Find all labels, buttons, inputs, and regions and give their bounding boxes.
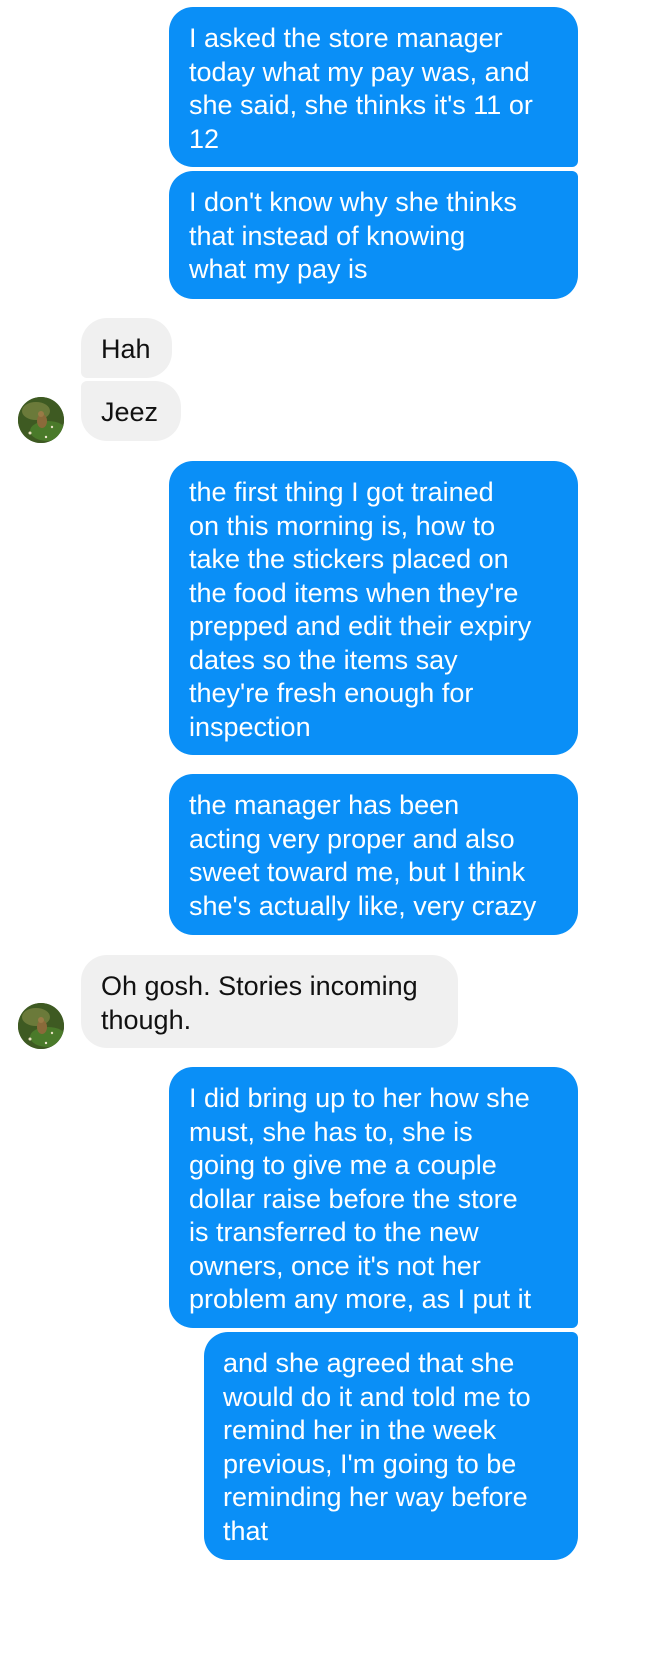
outgoing-message-bubble[interactable]: and she agreed that she would do it and … [204, 1332, 578, 1560]
incoming-message-bubble[interactable]: Oh gosh. Stories incoming though. [81, 955, 458, 1048]
contact-avatar[interactable] [18, 1003, 64, 1049]
incoming-message-bubble[interactable]: Hah [81, 318, 172, 378]
contact-avatar-photo-icon [18, 1003, 64, 1049]
outgoing-message-bubble[interactable]: the manager has been acting very proper … [169, 774, 578, 935]
outgoing-message-bubble[interactable]: I asked the store manager today what my … [169, 7, 578, 167]
outgoing-message-bubble[interactable]: I did bring up to her how she must, she … [169, 1067, 578, 1328]
outgoing-message-bubble[interactable]: I don't know why she thinks that instead… [169, 171, 578, 299]
contact-avatar[interactable] [18, 397, 64, 443]
contact-avatar-photo-icon [18, 397, 64, 443]
incoming-message-bubble[interactable]: Jeez [81, 381, 181, 441]
outgoing-message-bubble[interactable]: the first thing I got trained on this mo… [169, 461, 578, 755]
